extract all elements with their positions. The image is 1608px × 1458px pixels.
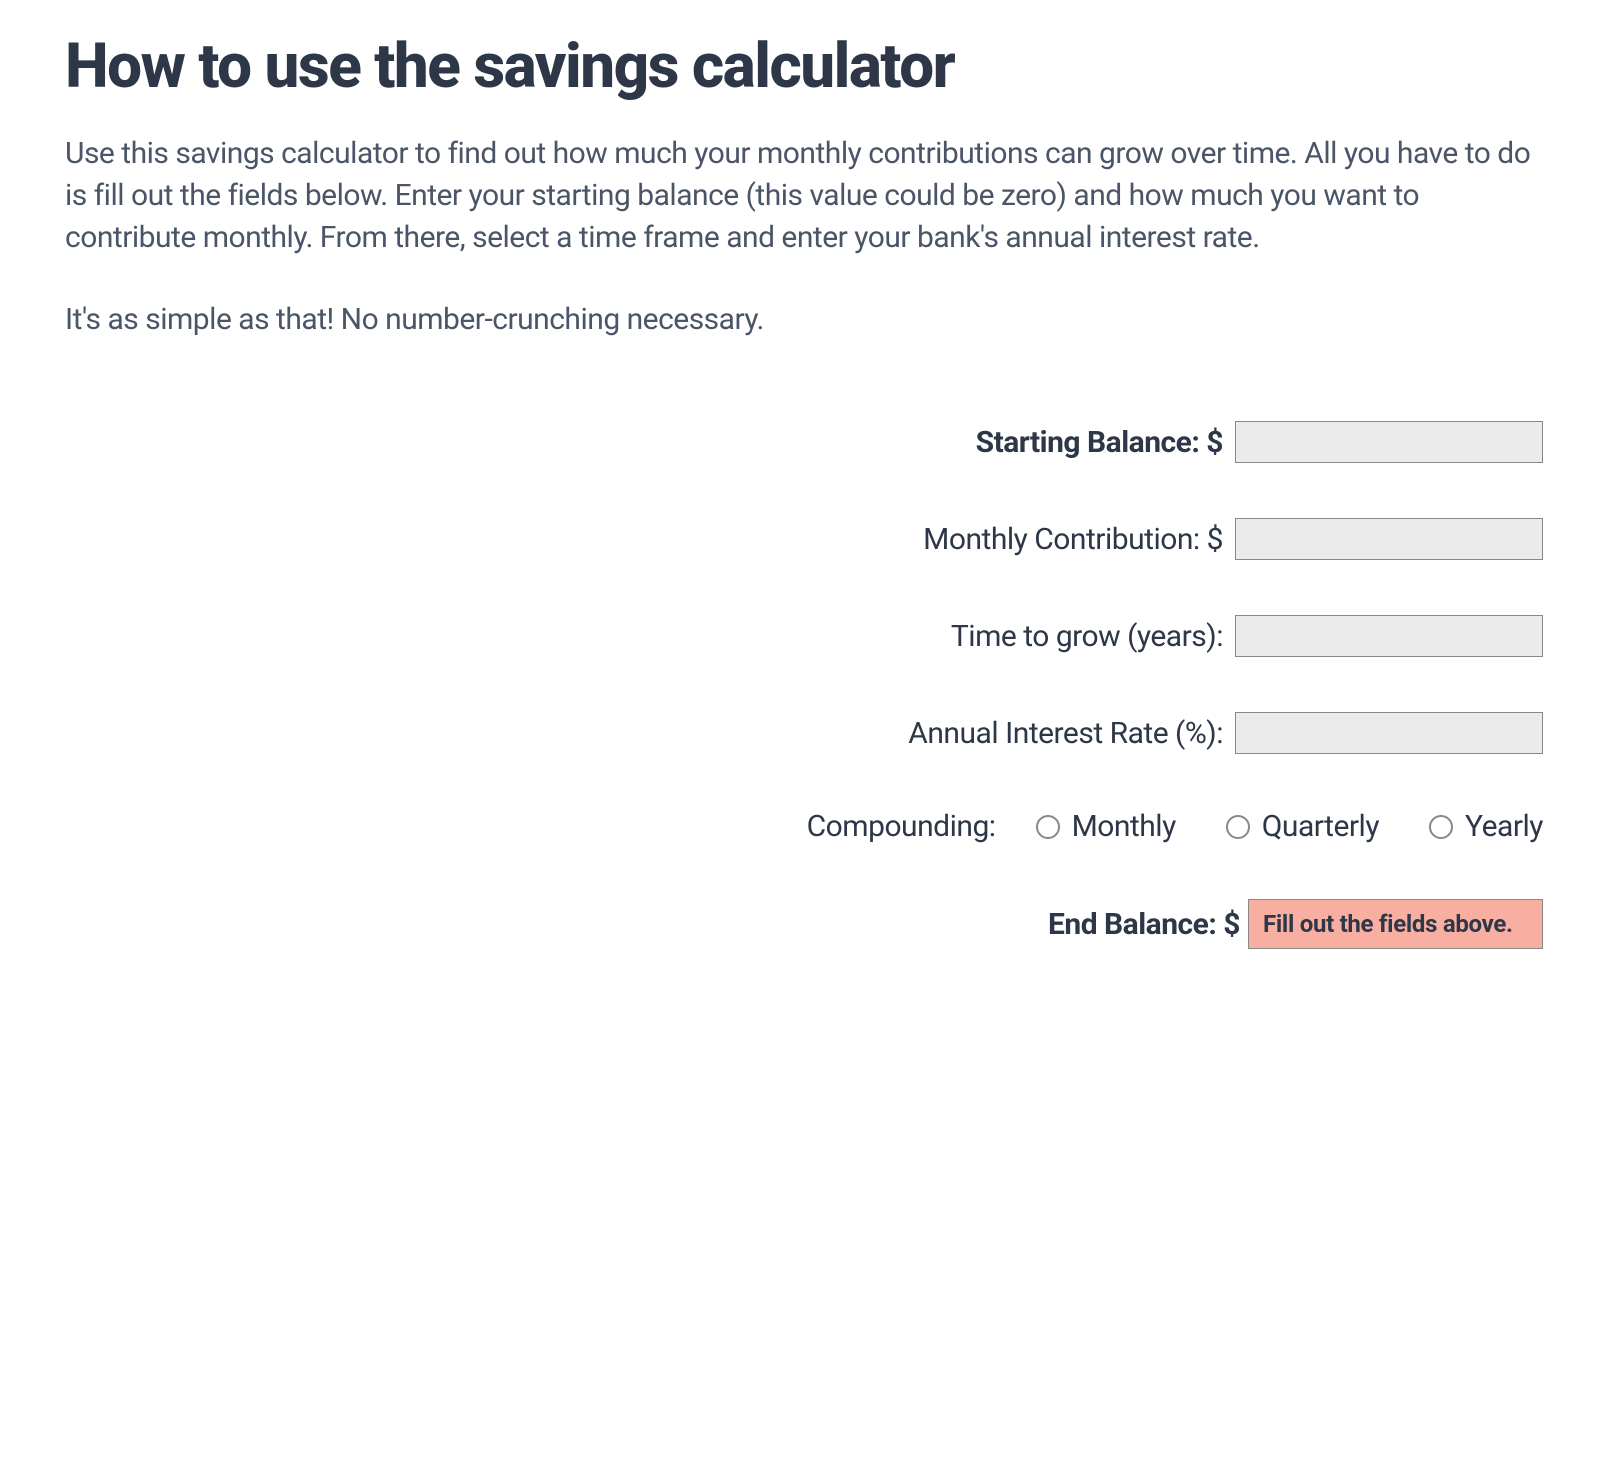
time-to-grow-row: Time to grow (years):: [65, 615, 1543, 657]
annual-interest-rate-input[interactable]: [1235, 712, 1543, 754]
monthly-contribution-row: Monthly Contribution: $: [65, 518, 1543, 560]
compounding-radio-group: Monthly Quarterly Yearly: [1036, 809, 1543, 844]
time-to-grow-label: Time to grow (years):: [951, 619, 1223, 654]
intro-paragraph-1: Use this savings calculator to find out …: [65, 133, 1543, 259]
compounding-radio-yearly[interactable]: [1429, 815, 1453, 839]
monthly-contribution-label: Monthly Contribution: $: [923, 522, 1223, 557]
end-balance-label: End Balance: $: [1048, 907, 1240, 942]
intro-paragraph-2: It's as simple as that! No number-crunch…: [65, 299, 1543, 341]
starting-balance-label: Starting Balance: $: [976, 425, 1223, 460]
compounding-option-monthly: Monthly: [1036, 809, 1176, 844]
compounding-option-yearly: Yearly: [1429, 809, 1543, 844]
compounding-radio-quarterly[interactable]: [1226, 815, 1250, 839]
compounding-radio-yearly-label: Yearly: [1465, 809, 1543, 844]
compounding-row: Compounding: Monthly Quarterly Yearly: [65, 809, 1543, 844]
compounding-radio-monthly-label: Monthly: [1072, 809, 1176, 844]
annual-interest-rate-row: Annual Interest Rate (%):: [65, 712, 1543, 754]
monthly-contribution-input[interactable]: [1235, 518, 1543, 560]
starting-balance-input[interactable]: [1235, 421, 1543, 463]
page-title: How to use the savings calculator: [65, 30, 1543, 103]
annual-interest-rate-label: Annual Interest Rate (%):: [908, 716, 1223, 751]
end-balance-row: End Balance: $ Fill out the fields above…: [65, 899, 1543, 949]
compounding-radio-monthly[interactable]: [1036, 815, 1060, 839]
end-balance-result: Fill out the fields above.: [1248, 899, 1543, 949]
calculator-form: Starting Balance: $ Monthly Contribution…: [65, 421, 1543, 949]
time-to-grow-input[interactable]: [1235, 615, 1543, 657]
compounding-option-quarterly: Quarterly: [1226, 809, 1379, 844]
intro-text: Use this savings calculator to find out …: [65, 133, 1543, 341]
compounding-label: Compounding:: [807, 809, 996, 844]
starting-balance-row: Starting Balance: $: [65, 421, 1543, 463]
compounding-radio-quarterly-label: Quarterly: [1262, 809, 1379, 844]
